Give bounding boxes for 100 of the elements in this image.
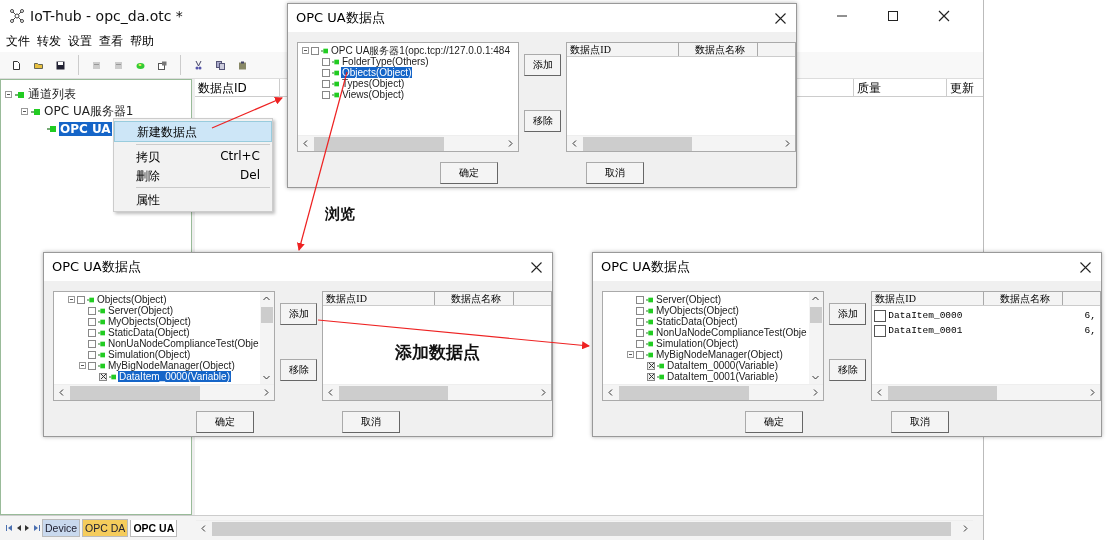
horizontal-scrollbar[interactable] xyxy=(567,135,795,151)
collapse-icon[interactable] xyxy=(68,296,75,303)
sheet-tab[interactable]: OPC UA xyxy=(130,519,178,537)
menu-item[interactable]: 新建数据点 xyxy=(114,121,272,142)
add-button[interactable]: 添加 xyxy=(828,303,867,325)
collapse-icon[interactable] xyxy=(21,108,28,115)
chevron-left-icon[interactable] xyxy=(201,525,206,532)
close-icon[interactable] xyxy=(1080,261,1091,273)
tree-item[interactable]: StaticData(Object) xyxy=(107,327,191,338)
skip-right-icon[interactable] xyxy=(33,524,40,532)
checkbox[interactable] xyxy=(636,306,644,315)
tree-item[interactable]: Simulation(Object) xyxy=(107,349,192,360)
chevron-right-icon[interactable] xyxy=(963,525,968,532)
menu-item[interactable]: 查看 xyxy=(99,32,123,50)
tree-item[interactable]: Objects(Object) xyxy=(96,294,168,305)
tree-item[interactable]: Server(Object) xyxy=(107,305,174,316)
chevron-down-icon[interactable] xyxy=(812,375,820,380)
menu-item[interactable]: 转发 xyxy=(37,32,61,50)
tree-item[interactable]: MyBigNodeManager(Object) xyxy=(655,349,784,360)
triangle-right-icon[interactable] xyxy=(24,524,31,532)
checkbox[interactable] xyxy=(636,350,644,359)
checkbox[interactable] xyxy=(647,361,655,370)
horizontal-scrollbar[interactable] xyxy=(298,135,518,151)
menu-item[interactable]: 属性 xyxy=(114,190,272,209)
copy-icon[interactable] xyxy=(216,60,225,70)
checkbox[interactable] xyxy=(88,306,96,315)
checkbox[interactable] xyxy=(874,324,887,337)
collapse-icon[interactable] xyxy=(5,91,12,98)
column-header[interactable]: 数据点ID xyxy=(872,292,985,305)
tree-item[interactable]: Objects(Object) xyxy=(341,67,413,78)
column-header[interactable]: 数据点ID xyxy=(567,43,680,56)
vertical-scrollbar[interactable] xyxy=(808,292,823,384)
window-icon[interactable] xyxy=(158,60,167,70)
menu-item[interactable]: 设置 xyxy=(68,32,92,50)
checkbox[interactable] xyxy=(311,46,319,55)
close-icon[interactable] xyxy=(531,261,542,273)
chevron-right-icon[interactable] xyxy=(785,140,790,147)
column-header[interactable]: 数据点名称 xyxy=(679,43,759,56)
ok-button[interactable]: 确定 xyxy=(440,162,498,184)
column-header[interactable]: 数据点名称 xyxy=(435,292,515,305)
scrollbar-thumb[interactable] xyxy=(339,385,449,400)
scrollbar-thumb[interactable] xyxy=(888,385,998,400)
vertical-scrollbar[interactable] xyxy=(259,292,274,384)
checkbox[interactable] xyxy=(874,309,887,322)
tree-item[interactable]: Views(Object) xyxy=(341,89,406,100)
tree-item[interactable]: MyObjects(Object) xyxy=(107,316,192,327)
remove-button[interactable]: 移除 xyxy=(828,359,867,381)
tree-item[interactable]: DataItem_0001(Variable) xyxy=(666,371,779,382)
tree-item[interactable]: Server(Object) xyxy=(655,294,722,305)
horizontal-scrollbar[interactable] xyxy=(603,384,823,400)
cancel-button[interactable]: 取消 xyxy=(586,162,644,184)
sheet-tab[interactable]: Device xyxy=(42,519,81,537)
chevron-right-icon[interactable] xyxy=(263,389,269,396)
sheet-tab[interactable]: OPC DA xyxy=(82,519,129,537)
scissors-icon[interactable] xyxy=(194,60,203,70)
chevron-up-icon[interactable] xyxy=(263,296,271,301)
chevron-left-icon[interactable] xyxy=(328,389,334,396)
menu-item[interactable]: 删除 Del xyxy=(114,166,272,185)
chevron-left-icon[interactable] xyxy=(303,140,308,147)
checkbox[interactable] xyxy=(88,317,96,326)
skip-left-icon[interactable] xyxy=(6,524,13,532)
menu-item[interactable]: 帮助 xyxy=(130,32,154,50)
collapse-icon[interactable] xyxy=(302,47,309,54)
scrollbar-thumb[interactable] xyxy=(260,307,273,323)
tree-item[interactable]: NonUaNodeComplianceTest(Obje xyxy=(107,338,260,349)
close-icon[interactable] xyxy=(775,12,786,24)
tree-item[interactable]: StaticData(Object) xyxy=(655,316,739,327)
chevron-right-icon[interactable] xyxy=(1090,389,1095,396)
folder-icon[interactable] xyxy=(34,60,43,70)
remove-button[interactable]: 移除 xyxy=(523,110,562,132)
tree-item[interactable]: OPC UA服务器1 xyxy=(43,103,135,120)
chevron-right-icon[interactable] xyxy=(507,140,513,147)
horizontal-scrollbar[interactable] xyxy=(872,384,1100,400)
checkbox[interactable] xyxy=(636,339,644,348)
tree-item[interactable]: 通道列表 xyxy=(27,86,77,103)
tree-item[interactable]: FolderType(Others) xyxy=(341,56,430,67)
checkbox[interactable] xyxy=(322,68,330,77)
chevron-down-icon[interactable] xyxy=(263,375,271,380)
checkbox[interactable] xyxy=(322,90,330,99)
chevron-left-icon[interactable] xyxy=(608,389,613,396)
triangle-left-icon[interactable] xyxy=(15,524,22,532)
maximize-icon[interactable] xyxy=(887,10,899,22)
tree-item[interactable]: DataItem_0000(Variable) xyxy=(118,371,231,382)
add-button[interactable]: 添加 xyxy=(279,303,318,325)
tree-item[interactable]: Simulation(Object) xyxy=(655,338,740,349)
checkbox[interactable] xyxy=(322,79,330,88)
chevron-left-icon[interactable] xyxy=(877,389,883,396)
column-header[interactable]: 质量 xyxy=(854,79,947,96)
scrollbar-thumb[interactable] xyxy=(809,307,822,323)
ok-button[interactable]: 确定 xyxy=(745,411,803,433)
column-header[interactable]: 数据点ID xyxy=(323,292,436,305)
save-icon[interactable] xyxy=(56,60,65,70)
column-header[interactable]: 数据点ID xyxy=(195,79,280,96)
scrollbar-thumb[interactable] xyxy=(619,385,750,400)
cancel-button[interactable]: 取消 xyxy=(891,411,949,433)
chevron-right-icon[interactable] xyxy=(541,389,546,396)
menu-item[interactable]: 拷贝 Ctrl+C xyxy=(114,147,272,166)
collapse-icon[interactable] xyxy=(627,351,634,358)
checkbox[interactable] xyxy=(88,328,96,337)
checkbox[interactable] xyxy=(99,372,107,381)
